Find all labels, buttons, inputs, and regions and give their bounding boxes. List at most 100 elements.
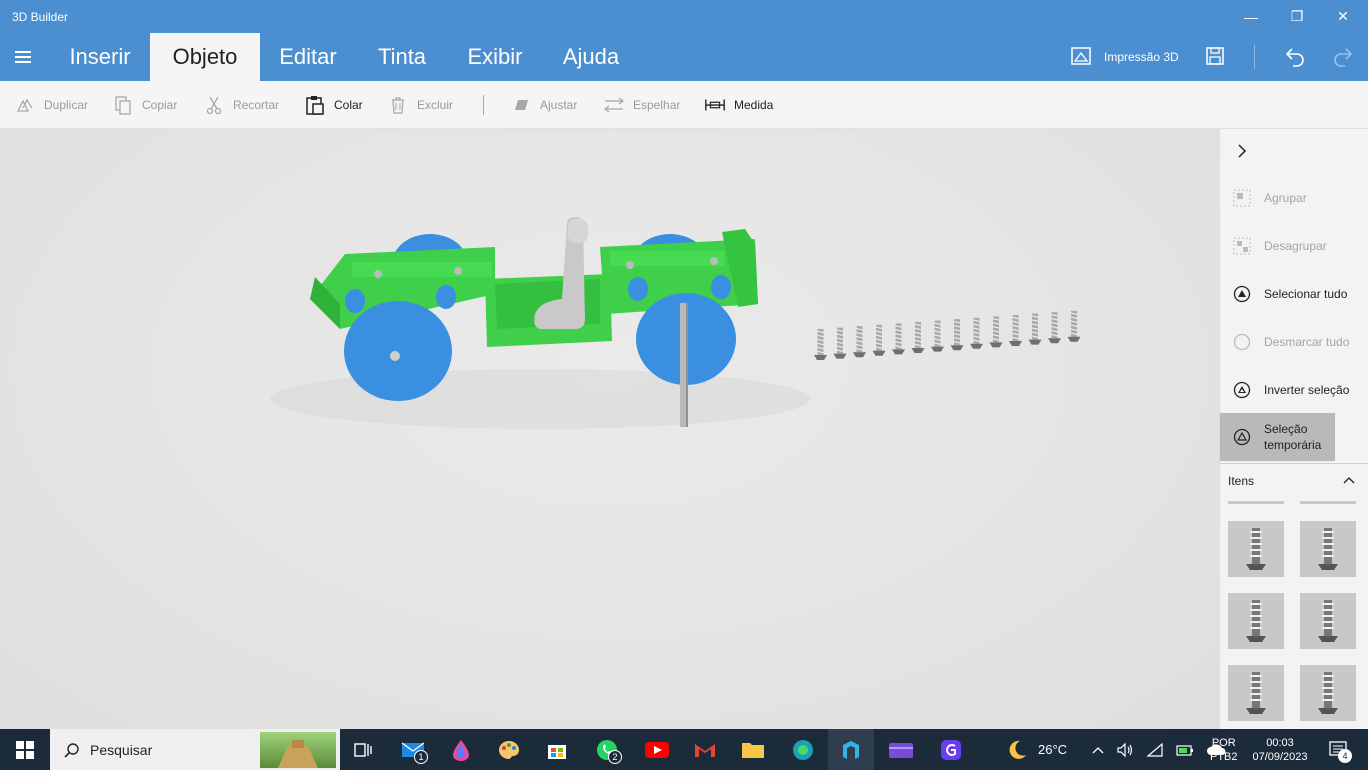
tab-objeto[interactable]: Objeto [150,33,260,81]
notification-center[interactable]: 4 [1322,729,1356,770]
tab-inserir[interactable]: Inserir [52,33,148,81]
screw-icon [1318,672,1338,714]
adjust-button[interactable]: Ajustar [510,93,577,117]
save-button[interactable] [1204,33,1226,81]
screw[interactable] [1028,313,1042,345]
trash-icon [387,94,409,116]
delete-button[interactable]: Excluir [387,93,453,117]
app-g[interactable] [928,729,974,770]
minimize-button[interactable]: — [1228,0,1274,33]
chevron-up-icon[interactable] [1092,746,1104,754]
paint-app[interactable] [438,729,484,770]
collapse-panel-button[interactable] [1232,141,1252,166]
mirror-button[interactable]: Espelhar [603,93,680,117]
measure-label: Medida [734,98,774,112]
wifi-icon[interactable] [1146,742,1164,758]
youtube-app[interactable] [634,729,680,770]
edge-icon [793,739,813,760]
front-left-wheel[interactable] [344,301,452,401]
gmail-app[interactable] [682,729,728,770]
undo-button[interactable] [1283,33,1307,81]
select-all-button[interactable]: Selecionar tudo [1220,272,1368,316]
close-button[interactable]: ✕ [1320,0,1366,33]
task-view-icon [354,742,372,757]
item-thumbnail[interactable] [1300,593,1356,649]
screw[interactable] [892,323,905,355]
file-explorer-app[interactable] [730,729,776,770]
search-placeholder: Pesquisar [90,741,153,758]
3d-viewport[interactable] [0,129,1219,729]
ungroup-button[interactable]: Desagrupar [1220,224,1368,268]
close-icon: ✕ [1337,8,1349,24]
screw[interactable] [872,324,886,356]
task-view-button[interactable] [340,729,386,770]
lang-line2: PTB2 [1210,750,1238,763]
taskbar-search[interactable]: Pesquisar [50,729,340,770]
screw[interactable] [833,327,847,359]
copy-label: Copiar [142,98,178,112]
print3d-button[interactable]: Impressão 3D [1070,33,1179,81]
toolbar: Duplicar Copiar Recortar Colar Excluir A… [0,81,1368,129]
3d-builder-icon [843,740,859,759]
scene-canvas [270,217,1081,429]
maximize-button[interactable]: ❐ [1274,0,1320,33]
thumb-scroll-edge [1228,501,1284,504]
item-thumbnail[interactable] [1300,521,1356,577]
mail-app[interactable]: 1 [390,729,436,770]
measure-button[interactable]: Medida [704,93,773,117]
item-thumbnail[interactable] [1228,665,1284,721]
screw[interactable] [1048,312,1061,344]
clock-date: 07/09/2023 [1252,750,1308,763]
taskbar: Pesquisar 1 2 26°C POR PTB2 00:03 07/09/… [0,729,1368,770]
battery-icon[interactable] [1176,743,1194,757]
3d-builder-app[interactable] [828,729,874,770]
screw[interactable] [1067,310,1081,342]
screw[interactable] [950,319,964,351]
weather-widget[interactable]: 26°C [1006,729,1067,770]
axle-pin[interactable] [680,303,686,427]
item-thumbnail[interactable] [1300,665,1356,721]
screw[interactable] [970,317,983,349]
duplicate-button[interactable]: Duplicar [14,93,88,117]
temp-selection-button[interactable]: Seleção temporária [1220,413,1335,461]
volume-icon[interactable] [1116,742,1134,758]
group-icon [1220,189,1264,207]
tab-exibir[interactable]: Exibir [452,33,538,81]
temp-selection-line1: Seleção [1264,422,1308,436]
group-button[interactable]: Agrupar [1220,176,1368,220]
tab-ajuda[interactable]: Ajuda [548,33,634,81]
restore-icon: ❐ [1290,8,1304,24]
invert-selection-icon [1220,381,1264,399]
weather-temp: 26°C [1038,742,1068,757]
ribbon: Inserir Objeto Editar Tinta Exibir Ajuda… [0,33,1368,81]
screw[interactable] [931,320,944,352]
tab-tinta[interactable]: Tinta [362,33,442,81]
start-button[interactable] [0,729,50,770]
clipchamp-app[interactable] [878,729,924,770]
paste-button[interactable]: Colar [304,93,363,117]
whatsapp-app[interactable]: 2 [584,729,630,770]
redo-button[interactable] [1331,33,1355,81]
screw[interactable] [989,316,1003,348]
deselect-all-button[interactable]: Desmarcar tudo [1220,320,1368,364]
screw[interactable] [1009,315,1022,346]
store-app[interactable] [534,729,580,770]
items-header[interactable]: Itens [1220,463,1368,495]
invert-selection-button[interactable]: Inverter seleção [1220,368,1368,412]
language-indicator[interactable]: POR PTB2 [1210,729,1238,770]
clock[interactable]: 00:03 07/09/2023 [1248,729,1312,770]
paint-app-2[interactable] [486,729,532,770]
screw[interactable] [911,322,925,353]
edge-app[interactable] [780,729,826,770]
copy-button[interactable]: Copiar [112,93,177,117]
item-thumbnail[interactable] [1228,593,1284,649]
tab-editar[interactable]: Editar [264,33,352,81]
right-panel: Agrupar Desagrupar Selecionar tudo Desma… [1219,129,1368,729]
screw[interactable] [814,329,827,360]
screw-row[interactable] [814,310,1081,360]
cut-button[interactable]: Recortar [203,93,279,117]
temp-selection-line2: temporária [1264,438,1322,452]
screw[interactable] [853,326,866,358]
item-thumbnail[interactable] [1228,521,1284,577]
menu-icon[interactable] [8,43,38,71]
